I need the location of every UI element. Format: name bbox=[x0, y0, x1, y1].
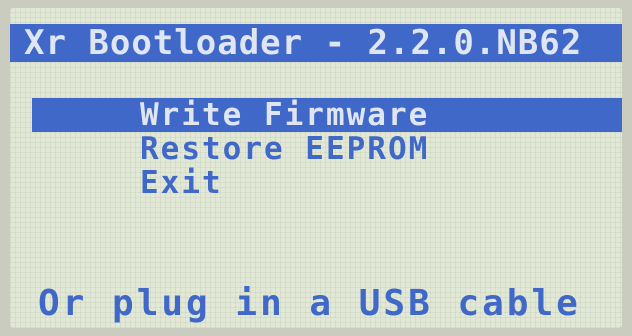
usb-hint-text: Or plug in a USB cable bbox=[38, 283, 581, 324]
bootloader-menu: Write Firmware Restore EEPROM Exit bbox=[10, 98, 622, 200]
menu-item-write-firmware[interactable]: Write Firmware bbox=[32, 98, 622, 132]
menu-item-restore-eeprom[interactable]: Restore EEPROM bbox=[10, 132, 622, 166]
lcd-screen: Xr Bootloader - 2.2.0.NB62 Write Firmwar… bbox=[10, 8, 622, 328]
menu-item-exit[interactable]: Exit bbox=[10, 166, 622, 200]
bootloader-title: Xr Bootloader - 2.2.0.NB62 bbox=[10, 24, 622, 62]
device-bezel: Xr Bootloader - 2.2.0.NB62 Write Firmwar… bbox=[0, 0, 632, 336]
